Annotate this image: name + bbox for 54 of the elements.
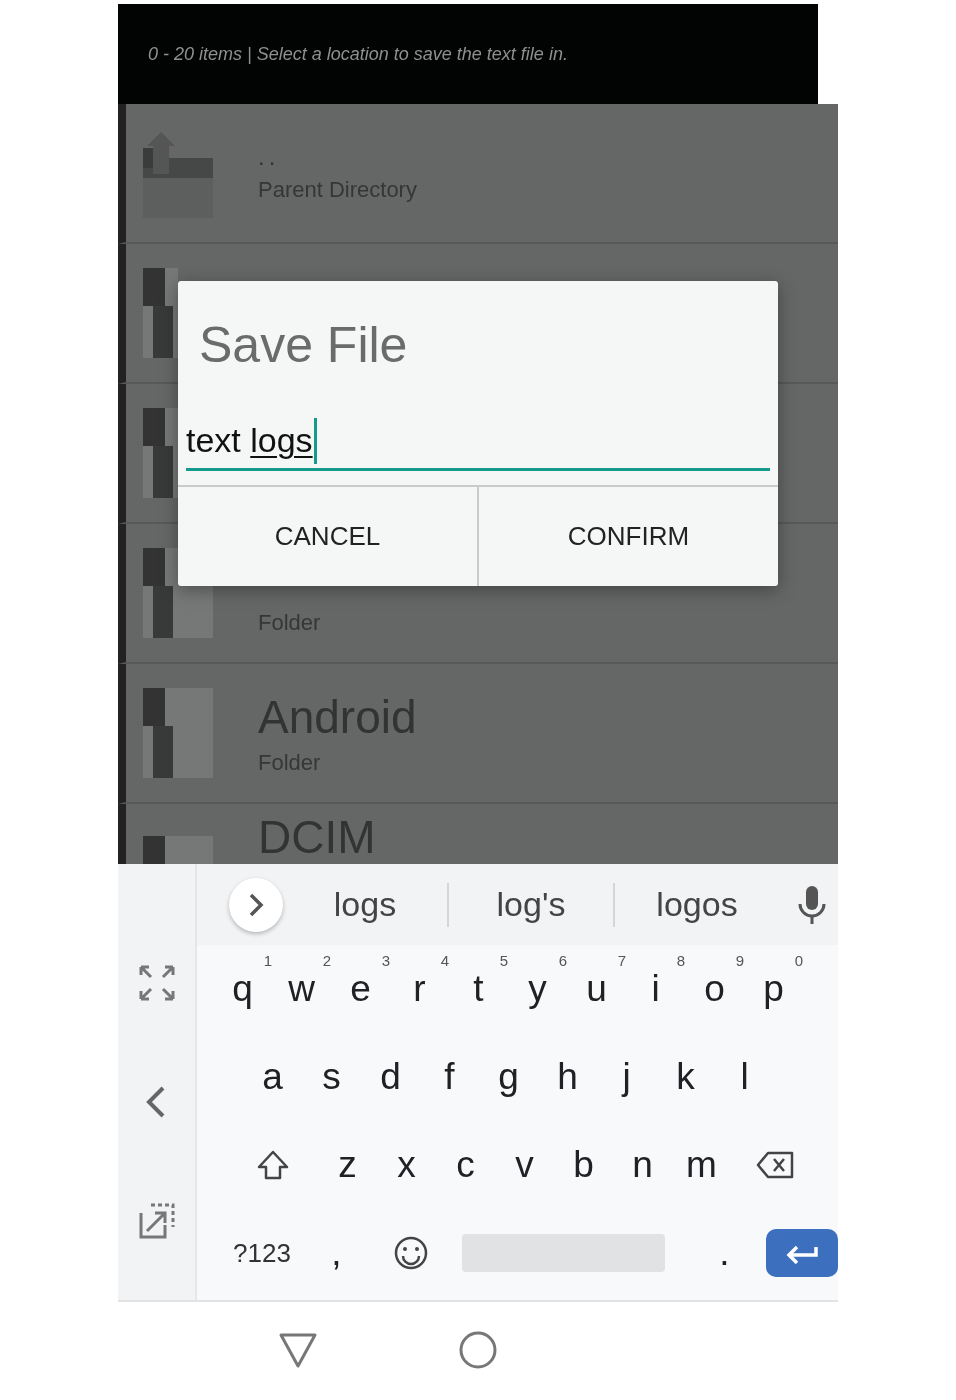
expand-suggestions-button[interactable] [229, 877, 283, 932]
keyboard-key[interactable]: y 6 [508, 954, 567, 1024]
folder-icon [143, 688, 213, 778]
keyboard-key[interactable]: z [318, 1130, 377, 1200]
keyboard-key[interactable]: k [656, 1042, 715, 1112]
keyboard-key[interactable]: v [495, 1130, 554, 1200]
item-name: .. [258, 143, 281, 171]
key-hint: 9 [735, 952, 744, 969]
symbols-key[interactable]: ?123 [217, 1218, 307, 1288]
keyboard-key[interactable]: x [377, 1130, 436, 1200]
header-text: 0 - 20 items | Select a location to save the text file in. [148, 43, 568, 65]
suggestion[interactable]: logs [283, 885, 447, 924]
input-field[interactable]: text logs [186, 413, 770, 471]
keyboard-key[interactable]: m [672, 1130, 731, 1200]
key-hint: 4 [440, 952, 449, 969]
key-hint: 8 [676, 952, 685, 969]
keyboard-key[interactable]: f [420, 1042, 479, 1112]
keyboard-key[interactable]: t 5 [449, 954, 508, 1024]
key-hint: 7 [617, 952, 626, 969]
key-hint: 1 [263, 952, 272, 969]
keyboard-key[interactable]: l [715, 1042, 774, 1112]
microphone-icon[interactable] [797, 885, 827, 924]
keyboard-key[interactable]: b [554, 1130, 613, 1200]
keyboard-key[interactable]: n [613, 1130, 672, 1200]
keyboard-key[interactable]: . [695, 1218, 754, 1288]
dialog-title: Save File [199, 316, 409, 375]
keyboard-key[interactable]: u 7 [567, 954, 626, 1024]
keyboard-key[interactable]: r 4 [390, 954, 449, 1024]
keyboard-key[interactable]: o 9 [685, 954, 744, 1024]
keyboard-key[interactable]: s [302, 1042, 361, 1112]
key-hint: 0 [794, 952, 803, 969]
key-hint: 3 [381, 952, 390, 969]
keyboard-key[interactable]: i 8 [626, 954, 685, 1024]
enter-key[interactable] [766, 1229, 838, 1277]
confirm-button[interactable]: CONFIRM [477, 487, 778, 586]
key-hint: 5 [499, 952, 508, 969]
keyboard-key[interactable]: p 0 [744, 954, 803, 1024]
keyboard-key[interactable]: h [538, 1042, 597, 1112]
keyboard-key[interactable]: c [436, 1130, 495, 1200]
keyboard-key[interactable]: d [361, 1042, 420, 1112]
keyboard-key[interactable]: a [243, 1042, 302, 1112]
suggestion[interactable]: log's [449, 885, 613, 924]
folder-icon [143, 268, 178, 358]
keyboard-key[interactable]: g [479, 1042, 538, 1112]
keyboard-key[interactable]: w 2 [272, 954, 331, 1024]
key-hint: 6 [558, 952, 567, 969]
folder-icon [143, 408, 178, 498]
keyboard-key[interactable]: , [307, 1218, 366, 1288]
key-hint: 2 [322, 952, 331, 969]
keyboard-key[interactable]: q 1 [213, 954, 272, 1024]
keyboard-key[interactable]: j [597, 1042, 656, 1112]
home-circle-icon[interactable] [458, 1329, 498, 1370]
keyboard-key[interactable]: e 3 [331, 954, 390, 1024]
suggestion[interactable]: logos [615, 885, 779, 924]
